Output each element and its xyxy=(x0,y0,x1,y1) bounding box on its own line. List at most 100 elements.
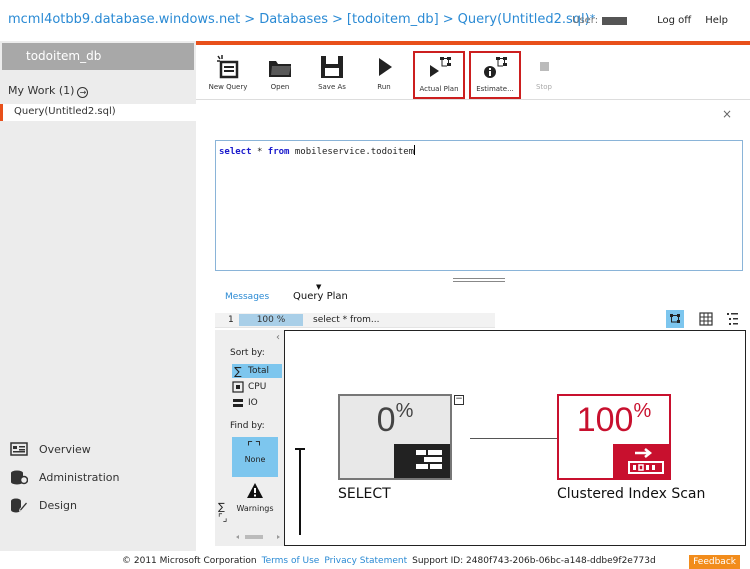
new-query-icon xyxy=(217,55,239,79)
sidebar-item-design[interactable]: Design xyxy=(10,497,77,513)
tab-query-plan-label: Query Plan xyxy=(293,291,348,302)
stop-button[interactable]: Stop xyxy=(518,51,570,99)
arrow-circle-icon[interactable]: → xyxy=(77,87,89,98)
close-icon[interactable]: × xyxy=(722,107,732,121)
warnings-button[interactable]: Warnings xyxy=(232,482,278,513)
save-icon xyxy=(321,56,343,78)
warning-icon xyxy=(247,483,263,498)
breadcrumb-server[interactable]: mcml4otbb9.database.windows.net xyxy=(8,12,240,27)
database-tab[interactable]: todoitem_db xyxy=(2,43,194,70)
open-button[interactable]: Open xyxy=(254,51,306,99)
keyword-select: select xyxy=(219,147,252,157)
plan-root-line xyxy=(299,448,301,535)
plan-node-label: SELECT xyxy=(338,486,391,502)
plan-node-clustered-index-scan[interactable]: 100% xyxy=(557,394,671,480)
node-cost-percent: 0% xyxy=(376,400,414,439)
text-caret xyxy=(414,145,416,155)
terms-link[interactable]: Terms of Use xyxy=(262,556,320,566)
find-none-label: None xyxy=(244,455,266,464)
cpu-icon xyxy=(232,381,244,393)
sort-by-label: Sort by: xyxy=(230,348,265,358)
breadcrumb: mcml4otbb9.database.windows.net > Database… xyxy=(8,12,595,27)
query-plan-canvas[interactable]: 0% − 100% SELECT Clustered Index Scan xyxy=(284,330,746,546)
plan-node-label: Clustered Index Scan xyxy=(557,486,706,502)
sidebar-item-overview[interactable]: Overview xyxy=(10,441,91,457)
sidebar-item-label: Administration xyxy=(39,470,120,484)
sigma-summary-icon[interactable]: ∑ ⌜⌟ xyxy=(218,502,227,524)
privacy-link[interactable]: Privacy Statement xyxy=(324,556,407,566)
tab-query-plan[interactable]: ▼ Query Plan xyxy=(293,283,348,302)
statement-number: 1 xyxy=(228,315,234,325)
select-area-icon: ⌜⌝ xyxy=(246,440,264,455)
list-view-icon[interactable] xyxy=(724,310,742,328)
breadcrumb-databases[interactable]: Databases xyxy=(259,12,328,27)
toolbar-label: New Query xyxy=(208,83,248,91)
horizontal-scrollbar[interactable] xyxy=(235,534,281,540)
my-work-label: My Work (1) xyxy=(8,84,75,97)
sort-option-io[interactable]: IO xyxy=(232,396,258,410)
open-folder-icon xyxy=(269,61,291,77)
overview-icon xyxy=(10,442,28,456)
sort-option-cpu[interactable]: CPU xyxy=(232,380,266,394)
statement-row[interactable]: 1 100 % select * from... xyxy=(215,313,495,328)
footer-text: © 2011 Microsoft Corporation Terms of Use… xyxy=(122,556,656,566)
select-operator-icon xyxy=(394,444,450,478)
warnings-label: Warnings xyxy=(236,504,274,513)
user-label: User: xyxy=(572,15,599,26)
help-link[interactable]: Help xyxy=(705,15,728,26)
actual-plan-button[interactable]: Actual Plan xyxy=(413,51,465,99)
sidebar-item-query[interactable]: Query(Untitled2.sql) xyxy=(0,104,196,121)
collapse-node-button[interactable]: − xyxy=(454,395,464,405)
actual-plan-icon xyxy=(430,57,451,77)
breadcrumb-database[interactable]: [todoitem_db] xyxy=(347,12,439,27)
estimated-plan-button[interactable]: Estimate... xyxy=(469,51,521,99)
plan-node-select[interactable]: 0% xyxy=(338,394,452,480)
statement-text: select * from... xyxy=(313,315,380,325)
plan-options-panel: ‹ Sort by: ∑ Total CPU IO Find by: ⌜⌝ No… xyxy=(215,330,284,546)
sidebar-item-administration[interactable]: Administration xyxy=(10,469,120,485)
grid-view-icon[interactable] xyxy=(697,310,715,328)
collapse-panel-icon[interactable]: ‹ xyxy=(276,332,280,343)
tab-messages[interactable]: Messages xyxy=(225,292,269,302)
estimated-plan-icon xyxy=(484,57,507,78)
administration-icon xyxy=(11,470,28,485)
sort-option-label: CPU xyxy=(248,382,267,392)
keyword-from: from xyxy=(267,147,290,157)
query-text: select * from mobileservice.todoitem xyxy=(219,145,416,157)
footer: © 2011 Microsoft Corporation Terms of Use… xyxy=(0,552,750,569)
active-tab-indicator-icon: ▼ xyxy=(316,283,322,291)
find-none-button[interactable]: ⌜⌝ None xyxy=(232,437,278,477)
sidebar-item-label: Overview xyxy=(39,442,91,456)
clustered-index-scan-icon xyxy=(613,444,669,478)
save-as-button[interactable]: Save As xyxy=(306,51,358,99)
user-area: User: Log off Help xyxy=(572,15,728,26)
toolbar-label: Estimate... xyxy=(476,85,514,93)
plan-connector xyxy=(470,438,557,439)
sigma-icon: ∑ xyxy=(234,364,242,378)
design-icon xyxy=(11,498,28,513)
statement-cost-percent: 100 % xyxy=(239,314,303,326)
sidebar: todoitem_db My Work (1) → Query(Untitled2… xyxy=(0,41,196,551)
breadcrumb-query[interactable]: Query(Untitled2.sql) xyxy=(458,12,590,27)
run-button[interactable]: Run xyxy=(358,51,410,99)
sort-option-total[interactable]: ∑ Total xyxy=(232,364,282,378)
new-query-button[interactable]: New Query xyxy=(202,51,254,99)
toolbar-label: Open xyxy=(270,83,290,91)
pane-splitter[interactable] xyxy=(453,278,505,282)
toolbar-label: Stop xyxy=(536,83,552,91)
table-name: mobileservice.todoitem xyxy=(294,147,415,157)
plan-tree-view-icon[interactable] xyxy=(666,310,684,328)
io-icon xyxy=(233,399,243,407)
query-editor[interactable]: select * from mobileservice.todoitem xyxy=(215,140,743,271)
sidebar-item-label: Design xyxy=(39,498,77,512)
toolbar-label: Save As xyxy=(318,83,346,91)
select-star: * xyxy=(256,147,263,157)
sort-option-label: Total xyxy=(248,366,270,376)
support-id: Support ID: 2480f743-206b-06bc-a148-ddbe… xyxy=(412,556,656,566)
my-work-header[interactable]: My Work (1) → xyxy=(8,84,89,98)
feedback-button[interactable]: Feedback xyxy=(689,555,740,569)
toolbar-label: Actual Plan xyxy=(419,85,459,93)
run-icon xyxy=(379,58,392,76)
toolbar: New Query Open Save As Run Actual Plan E… xyxy=(196,45,750,100)
log-off-link[interactable]: Log off xyxy=(657,15,691,26)
